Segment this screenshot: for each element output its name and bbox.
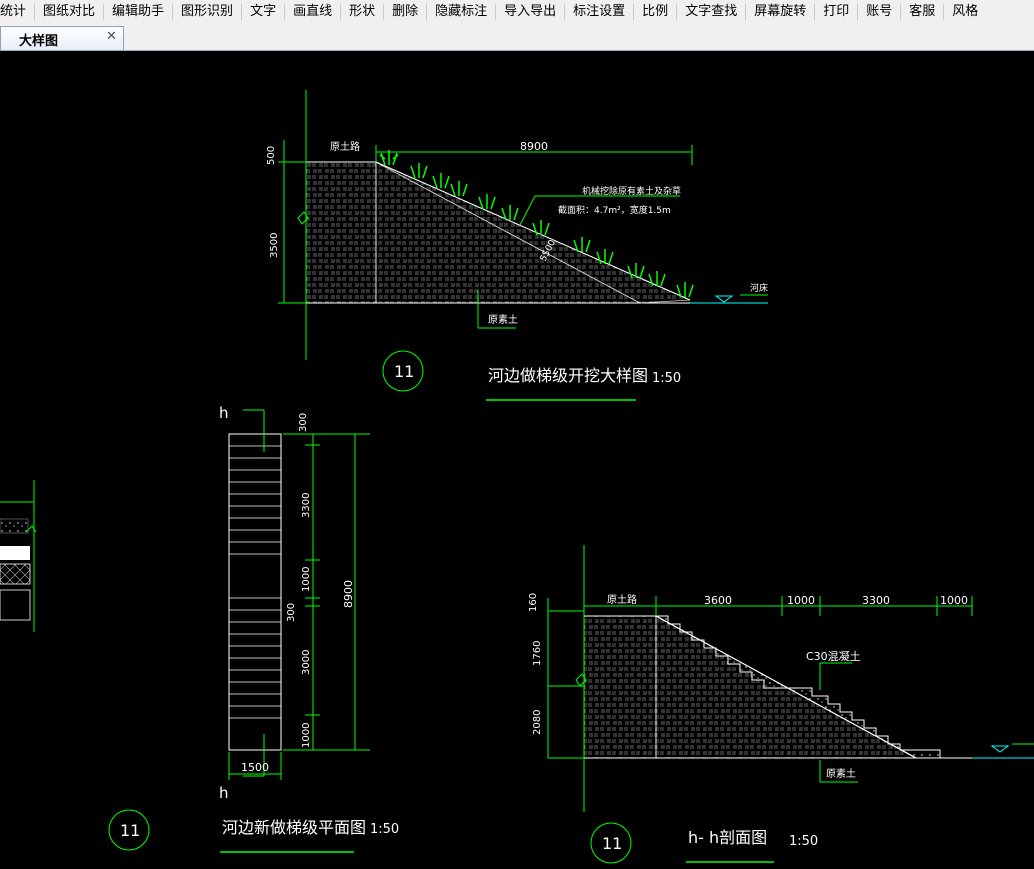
scale-section: 1:50 — [789, 834, 818, 849]
menu-item[interactable]: 图纸对比 — [35, 0, 103, 24]
note-excavate: 机械挖除原有素土及杂草 — [582, 185, 681, 197]
plan-dim-3: 300 — [286, 603, 297, 622]
section-mark-bottom: h — [219, 784, 229, 802]
scale-plan: 1:50 — [370, 822, 399, 837]
dim-3500-top: 3500 — [269, 233, 280, 258]
label-river-top: 河床 — [750, 282, 768, 294]
soil-hatch-section — [583, 615, 917, 759]
menu-item[interactable]: 客服 — [901, 0, 943, 24]
menu-item[interactable]: 文字 — [242, 0, 284, 24]
plan-dim-2: 1000 — [301, 567, 312, 592]
sec-dim-left-0: 160 — [528, 593, 539, 612]
left-fragment — [0, 480, 37, 632]
menu-item[interactable]: 导入导出 — [496, 0, 564, 24]
plan-dim-0: 300 — [298, 413, 309, 432]
drawing-canvas[interactable]: 原土路 8900 500 3500 5500 机械挖除原有素土及杂草 截面积：4… — [0, 51, 1034, 865]
section-hh: 原土路 3600 1000 3300 1000 160 1760 2080 C3… — [528, 545, 1034, 864]
menu-item[interactable]: 文字查找 — [677, 0, 745, 24]
menu-item[interactable]: 风格 — [944, 0, 986, 24]
menu-item[interactable]: 删除 — [384, 0, 426, 24]
excavation-detail: 原土路 8900 500 3500 5500 机械挖除原有素土及杂草 截面积：4… — [266, 90, 768, 401]
stair-plan: h h 300 3300 1000 300 3000 1000 8900 150… — [108, 404, 399, 853]
dim-8900-top: 8900 — [520, 140, 548, 153]
tab-label: 大样图 — [19, 34, 59, 49]
note-area: 截面积：4.7m²，宽度1.5m — [558, 204, 671, 216]
plan-dim-5: 1000 — [301, 723, 312, 748]
menu-item[interactable]: 统计 — [0, 0, 34, 24]
menu-item[interactable]: 打印 — [815, 0, 857, 24]
plan-dim-width: 1500 — [241, 761, 269, 774]
scale-top: 1:50 — [652, 371, 681, 386]
label-road-top: 原土路 — [330, 140, 360, 153]
section-mark-top: h — [219, 404, 229, 422]
label-road-section: 原土路 — [607, 593, 637, 606]
label-concrete: C30混凝土 — [806, 649, 861, 663]
sec-dim-top-2: 3300 — [862, 594, 890, 607]
menu-item[interactable]: 图形识别 — [173, 0, 241, 24]
title-section: h- h剖面图 — [688, 828, 767, 847]
title-plan: 河边新做梯级平面图 — [222, 818, 366, 837]
label-soil-section: 原素土 — [826, 767, 856, 780]
plan-dim-4: 3000 — [301, 650, 312, 675]
menu-item[interactable]: 比例 — [634, 0, 676, 24]
detail-no-plan: 11 — [120, 821, 140, 840]
close-icon[interactable]: ✕ — [106, 29, 117, 44]
menu-item[interactable]: 标注设置 — [565, 0, 633, 24]
detail-no-top: 11 — [394, 362, 414, 381]
menu-item[interactable]: 屏幕旋转 — [746, 0, 814, 24]
soil-hatch-top — [305, 161, 641, 304]
title-top: 河边做梯级开挖大样图 — [488, 366, 648, 385]
tab-bar: 大样图 ✕ — [0, 24, 1034, 51]
sec-dim-top-0: 3600 — [704, 594, 732, 607]
sec-dim-top-1: 1000 — [787, 594, 815, 607]
plan-dim-total: 8900 — [342, 580, 355, 608]
plan-dim-1: 3300 — [301, 493, 312, 518]
menu-bar: 统计 图纸对比 编辑助手 图形识别 文字 画直线 形状 删除 隐藏标注 导入导出 标注设置 比例 文字查… — [0, 0, 1034, 25]
label-soil-top: 原素土 — [488, 313, 518, 326]
tab-detail-drawing[interactable]: 大样图 ✕ — [0, 26, 124, 50]
menu-item[interactable]: 隐藏标注 — [427, 0, 495, 24]
menu-item[interactable]: 编辑助手 — [104, 0, 172, 24]
menu-item[interactable]: 画直线 — [285, 0, 340, 24]
sec-dim-left-1: 1760 — [532, 641, 543, 666]
dim-500-top: 500 — [266, 146, 277, 165]
detail-no-section: 11 — [602, 834, 622, 853]
menu-item[interactable]: 形状 — [341, 0, 383, 24]
sec-dim-top-3: 1000 — [940, 594, 968, 607]
sec-dim-left-2: 2080 — [532, 710, 543, 735]
menu-item[interactable]: 账号 — [858, 0, 900, 24]
